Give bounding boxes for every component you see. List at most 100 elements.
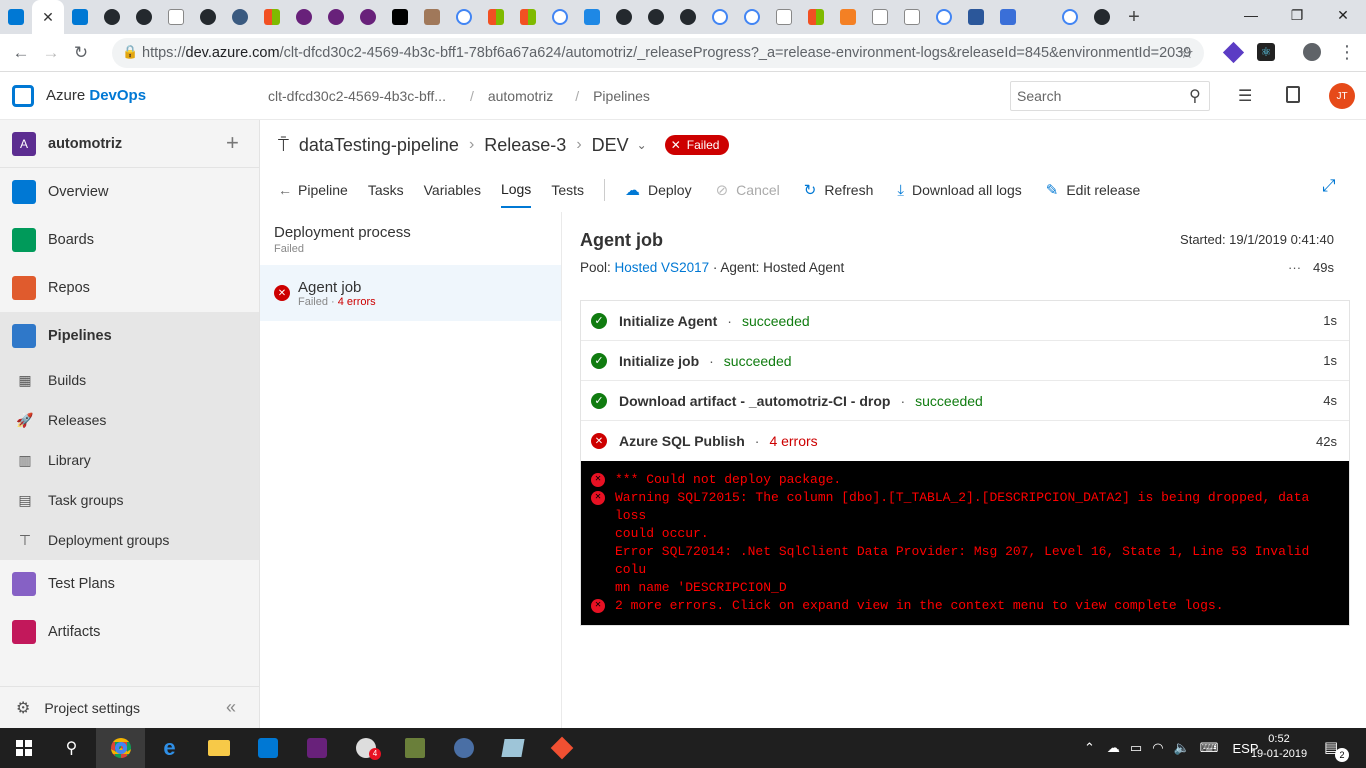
browser-tab[interactable] (0, 0, 32, 34)
menu-icon[interactable]: ⋮ (1338, 42, 1356, 63)
step-row[interactable]: ✓ Initialize job · succeeded 1s (581, 341, 1349, 381)
browser-tab[interactable] (1024, 0, 1054, 34)
release-name-link[interactable]: Release-3 (484, 135, 566, 156)
browser-tab[interactable] (256, 0, 288, 34)
azure-devops-logo-icon[interactable] (12, 85, 34, 107)
keyboard-icon[interactable]: ⌨ (1200, 740, 1219, 756)
chrome-taskbar-icon[interactable] (96, 728, 145, 768)
browser-tab[interactable] (416, 0, 448, 34)
browser-tab[interactable] (832, 0, 864, 34)
git-icon[interactable] (537, 728, 586, 768)
browser-tab[interactable] (96, 0, 128, 34)
browser-tab[interactable] (544, 0, 576, 34)
chevron-up-icon[interactable]: ⌃ (1084, 740, 1095, 756)
nav-test-plans[interactable]: Test Plans (0, 560, 259, 608)
browser-tab[interactable] (160, 0, 192, 34)
tab-tasks[interactable]: Tasks (368, 172, 404, 208)
browser-tab[interactable] (704, 0, 736, 34)
browser-tab-active[interactable]: ✕ (32, 0, 64, 34)
browser-tab[interactable] (992, 0, 1024, 34)
cloud-sync-icon[interactable]: ☁ (1107, 740, 1120, 756)
search-icon[interactable]: ⚲ (1189, 86, 1201, 106)
environment-selector[interactable]: DEV (592, 135, 629, 156)
search-icon[interactable]: ⚲ (47, 728, 96, 768)
browser-tab[interactable] (640, 0, 672, 34)
tools-icon[interactable] (390, 728, 439, 768)
close-tab-icon[interactable]: ✕ (42, 9, 54, 26)
browser-tab[interactable] (480, 0, 512, 34)
bookmark-star-icon[interactable]: ☆ (1180, 43, 1194, 63)
browser-tab[interactable] (320, 0, 352, 34)
profile-icon[interactable] (1303, 43, 1321, 61)
vpn-icon[interactable] (439, 728, 488, 768)
breadcrumb-org[interactable]: clt-dfcd30c2-4569-4b3c-bff... (268, 88, 446, 104)
browser-tab[interactable] (352, 0, 384, 34)
nav-artifacts[interactable]: Artifacts (0, 608, 259, 656)
browser-tab[interactable] (1054, 0, 1086, 34)
nav-releases[interactable]: 🚀 Releases (0, 400, 259, 440)
nav-pipelines[interactable]: Pipelines (0, 312, 259, 360)
browser-tab[interactable] (288, 0, 320, 34)
add-icon[interactable]: + (226, 130, 239, 156)
collapse-icon[interactable]: « (226, 697, 236, 718)
back-arrow-icon[interactable]: ← (6, 38, 36, 68)
browser-tab[interactable] (448, 0, 480, 34)
edit-release-button[interactable]: ✎ Edit release (1046, 181, 1141, 199)
browser-tab[interactable] (576, 0, 608, 34)
browser-tab[interactable] (768, 0, 800, 34)
clock[interactable]: 0:52 19-01-2019 (1250, 732, 1308, 762)
browser-tab[interactable] (512, 0, 544, 34)
browser-tab[interactable] (224, 0, 256, 34)
nav-boards[interactable]: Boards (0, 216, 259, 264)
breadcrumb-project[interactable]: automotriz (488, 88, 553, 104)
brand[interactable]: Azure DevOps (46, 87, 146, 104)
pool-link[interactable]: Hosted VS2017 (615, 260, 710, 275)
browser-tab[interactable] (128, 0, 160, 34)
nav-library[interactable]: ▥ Library (0, 440, 259, 480)
nav-builds[interactable]: ▦ Builds (0, 360, 259, 400)
browser-tab[interactable] (1086, 0, 1118, 34)
breadcrumb-section[interactable]: Pipelines (593, 88, 650, 104)
file-explorer-icon[interactable] (194, 728, 243, 768)
tab-logs[interactable]: Logs (500, 172, 532, 208)
reload-icon[interactable]: ↻ (66, 38, 96, 68)
volume-icon[interactable]: 🔈 (1174, 740, 1190, 756)
project-header[interactable]: A automotriz + (0, 120, 259, 168)
extension-icon[interactable] (1222, 41, 1245, 64)
react-extension-icon[interactable]: ⚛ (1257, 43, 1275, 61)
browser-tab[interactable] (192, 0, 224, 34)
more-options-icon[interactable]: ··· (1288, 260, 1301, 275)
agent-job-item[interactable]: ✕ Agent job Failed · 4 errors (260, 265, 561, 321)
deploy-button[interactable]: ☁ Deploy (625, 181, 692, 199)
nav-overview[interactable]: Overview (0, 168, 259, 216)
chevron-down-icon[interactable]: ⌄ (637, 138, 647, 152)
download-logs-button[interactable]: ⤓ Download all logs (897, 182, 1021, 199)
log-console[interactable]: ✕ *** Could not deploy package. ✕ Warning … (581, 461, 1349, 625)
browser-tab[interactable] (896, 0, 928, 34)
search-input[interactable]: Search ⚲ (1010, 81, 1210, 111)
wifi-icon[interactable]: ◠ (1152, 740, 1163, 756)
browser-tab[interactable] (864, 0, 896, 34)
nav-repos[interactable]: Repos (0, 264, 259, 312)
browser-tab[interactable] (736, 0, 768, 34)
notepad-icon[interactable] (488, 728, 537, 768)
visual-studio-icon[interactable] (292, 728, 341, 768)
step-row[interactable]: ✕ Azure SQL Publish · 4 errors 42s (581, 421, 1349, 461)
task-list-icon[interactable]: ☰ (1238, 86, 1252, 106)
pipeline-name-link[interactable]: dataTesting-pipeline (299, 135, 459, 156)
browser-tab[interactable] (800, 0, 832, 34)
new-tab-button[interactable]: + (1118, 0, 1150, 34)
battery-icon[interactable]: ▭ (1130, 740, 1142, 756)
maximize-icon[interactable]: ❐ (1274, 0, 1320, 30)
cancel-button[interactable]: ⊘ Cancel (716, 181, 780, 199)
browser-tab[interactable] (960, 0, 992, 34)
tab-pipeline[interactable]: ← Pipeline (278, 172, 348, 208)
edge-icon[interactable]: e (145, 728, 194, 768)
forward-arrow-icon[interactable]: → (36, 38, 66, 68)
window-close-icon[interactable]: ✕ (1320, 0, 1366, 30)
tab-variables[interactable]: Variables (424, 172, 481, 208)
nav-deployment-groups[interactable]: ⊤ Deployment groups (0, 520, 259, 560)
vscode-icon[interactable] (243, 728, 292, 768)
expand-icon[interactable]: ⤢ (1322, 176, 1336, 196)
nav-task-groups[interactable]: ▤ Task groups (0, 480, 259, 520)
